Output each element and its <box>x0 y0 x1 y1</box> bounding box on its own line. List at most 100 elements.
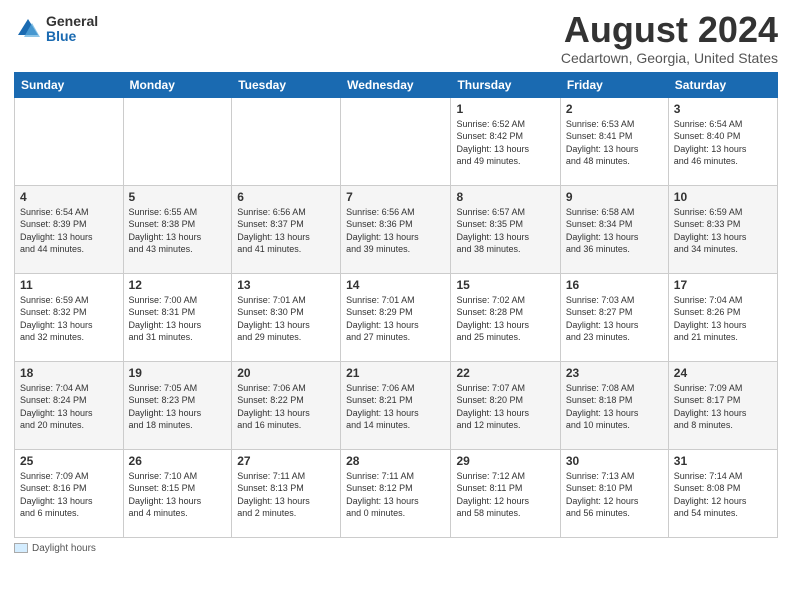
day-number: 19 <box>129 366 227 380</box>
day-number: 31 <box>674 454 772 468</box>
legend-box <box>14 543 28 553</box>
logo-general-text: General <box>46 14 98 29</box>
calendar-header-saturday: Saturday <box>668 72 777 97</box>
calendar-cell: 16 Sunrise: 7:03 AM Sunset: 8:27 PM Dayli… <box>560 273 668 361</box>
day-number: 2 <box>566 102 663 116</box>
day-number: 16 <box>566 278 663 292</box>
day-number: 8 <box>456 190 554 204</box>
day-number: 7 <box>346 190 445 204</box>
day-info: Sunrise: 7:09 AM Sunset: 8:17 PM Dayligh… <box>674 382 772 432</box>
day-info: Sunrise: 6:58 AM Sunset: 8:34 PM Dayligh… <box>566 206 663 256</box>
calendar-cell: 25 Sunrise: 7:09 AM Sunset: 8:16 PM Dayli… <box>15 449 124 537</box>
day-number: 23 <box>566 366 663 380</box>
calendar-cell: 12Sunrise: 7:00 AM Sunset: 8:31 PM Dayli… <box>123 273 232 361</box>
calendar-cell: 10Sunrise: 6:59 AM Sunset: 8:33 PM Dayli… <box>668 185 777 273</box>
day-info: Sunrise: 7:11 AM Sunset: 8:13 PM Dayligh… <box>237 470 335 520</box>
day-info: Sunrise: 7:05 AM Sunset: 8:23 PM Dayligh… <box>129 382 227 432</box>
day-info: Sunrise: 6:54 AM Sunset: 8:40 PM Dayligh… <box>674 118 772 168</box>
day-info: Sunrise: 7:07 AM Sunset: 8:20 PM Dayligh… <box>456 382 554 432</box>
day-number: 30 <box>566 454 663 468</box>
day-info: Sunrise: 7:02 AM Sunset: 8:28 PM Dayligh… <box>456 294 554 344</box>
calendar-cell: 17 Sunrise: 7:04 AM Sunset: 8:26 PM Dayli… <box>668 273 777 361</box>
calendar-cell: 5 Sunrise: 6:55 AM Sunset: 8:38 PM Daylig… <box>123 185 232 273</box>
calendar-cell: 26 Sunrise: 7:10 AM Sunset: 8:15 PM Dayli… <box>123 449 232 537</box>
day-number: 24 <box>674 366 772 380</box>
day-number: 21 <box>346 366 445 380</box>
calendar-cell: 31Sunrise: 7:14 AM Sunset: 8:08 PM Dayli… <box>668 449 777 537</box>
day-number: 18 <box>20 366 118 380</box>
page-container: General Blue August 2024 Cedartown, Geor… <box>0 0 792 562</box>
footer: Daylight hours <box>14 543 778 554</box>
logo-icon <box>14 15 42 43</box>
day-info: Sunrise: 7:03 AM Sunset: 8:27 PM Dayligh… <box>566 294 663 344</box>
day-number: 5 <box>129 190 227 204</box>
calendar-week-5: 25 Sunrise: 7:09 AM Sunset: 8:16 PM Dayli… <box>15 449 778 537</box>
day-info: Sunrise: 7:10 AM Sunset: 8:15 PM Dayligh… <box>129 470 227 520</box>
day-number: 17 <box>674 278 772 292</box>
day-info: Sunrise: 6:59 AM Sunset: 8:32 PM Dayligh… <box>20 294 118 344</box>
day-info: Sunrise: 6:57 AM Sunset: 8:35 PM Dayligh… <box>456 206 554 256</box>
calendar-cell: 24 Sunrise: 7:09 AM Sunset: 8:17 PM Dayli… <box>668 361 777 449</box>
calendar-cell: 29 Sunrise: 7:12 AM Sunset: 8:11 PM Dayli… <box>451 449 560 537</box>
day-number: 29 <box>456 454 554 468</box>
calendar-week-1: 1 Sunrise: 6:52 AM Sunset: 8:42 PM Daylig… <box>15 97 778 185</box>
calendar-cell: 28 Sunrise: 7:11 AM Sunset: 8:12 PM Dayli… <box>341 449 451 537</box>
calendar-cell: 14 Sunrise: 7:01 AM Sunset: 8:29 PM Dayli… <box>341 273 451 361</box>
day-info: Sunrise: 6:52 AM Sunset: 8:42 PM Dayligh… <box>456 118 554 168</box>
logo-blue-text: Blue <box>46 29 98 44</box>
day-info: Sunrise: 7:01 AM Sunset: 8:30 PM Dayligh… <box>237 294 335 344</box>
day-number: 28 <box>346 454 445 468</box>
day-number: 22 <box>456 366 554 380</box>
day-info: Sunrise: 7:13 AM Sunset: 8:10 PM Dayligh… <box>566 470 663 520</box>
day-info: Sunrise: 7:06 AM Sunset: 8:21 PM Dayligh… <box>346 382 445 432</box>
day-info: Sunrise: 6:56 AM Sunset: 8:36 PM Dayligh… <box>346 206 445 256</box>
calendar-cell: 21 Sunrise: 7:06 AM Sunset: 8:21 PM Dayli… <box>341 361 451 449</box>
day-number: 4 <box>20 190 118 204</box>
calendar-cell <box>123 97 232 185</box>
legend-label: Daylight hours <box>32 543 96 554</box>
day-info: Sunrise: 6:54 AM Sunset: 8:39 PM Dayligh… <box>20 206 118 256</box>
day-info: Sunrise: 7:04 AM Sunset: 8:24 PM Dayligh… <box>20 382 118 432</box>
day-info: Sunrise: 6:53 AM Sunset: 8:41 PM Dayligh… <box>566 118 663 168</box>
calendar-cell: 9Sunrise: 6:58 AM Sunset: 8:34 PM Daylig… <box>560 185 668 273</box>
calendar-header-sunday: Sunday <box>15 72 124 97</box>
calendar-cell: 19 Sunrise: 7:05 AM Sunset: 8:23 PM Dayli… <box>123 361 232 449</box>
subtitle: Cedartown, Georgia, United States <box>561 50 778 66</box>
day-info: Sunrise: 7:09 AM Sunset: 8:16 PM Dayligh… <box>20 470 118 520</box>
calendar-week-3: 11 Sunrise: 6:59 AM Sunset: 8:32 PM Dayli… <box>15 273 778 361</box>
day-number: 13 <box>237 278 335 292</box>
day-number: 10 <box>674 190 772 204</box>
day-number: 26 <box>129 454 227 468</box>
calendar-cell: 7 Sunrise: 6:56 AM Sunset: 8:36 PM Daylig… <box>341 185 451 273</box>
calendar-cell: 2 Sunrise: 6:53 AM Sunset: 8:41 PM Daylig… <box>560 97 668 185</box>
day-info: Sunrise: 6:56 AM Sunset: 8:37 PM Dayligh… <box>237 206 335 256</box>
calendar-header-wednesday: Wednesday <box>341 72 451 97</box>
day-info: Sunrise: 7:11 AM Sunset: 8:12 PM Dayligh… <box>346 470 445 520</box>
day-info: Sunrise: 7:12 AM Sunset: 8:11 PM Dayligh… <box>456 470 554 520</box>
calendar-header-row: SundayMondayTuesdayWednesdayThursdayFrid… <box>15 72 778 97</box>
day-info: Sunrise: 6:55 AM Sunset: 8:38 PM Dayligh… <box>129 206 227 256</box>
logo: General Blue <box>14 14 98 45</box>
header: General Blue August 2024 Cedartown, Geor… <box>14 10 778 66</box>
calendar-cell: 23Sunrise: 7:08 AM Sunset: 8:18 PM Dayli… <box>560 361 668 449</box>
day-number: 27 <box>237 454 335 468</box>
calendar-header-thursday: Thursday <box>451 72 560 97</box>
calendar-cell: 6Sunrise: 6:56 AM Sunset: 8:37 PM Daylig… <box>232 185 341 273</box>
day-number: 1 <box>456 102 554 116</box>
calendar-cell: 20Sunrise: 7:06 AM Sunset: 8:22 PM Dayli… <box>232 361 341 449</box>
calendar-cell: 22 Sunrise: 7:07 AM Sunset: 8:20 PM Dayli… <box>451 361 560 449</box>
day-info: Sunrise: 7:01 AM Sunset: 8:29 PM Dayligh… <box>346 294 445 344</box>
day-number: 25 <box>20 454 118 468</box>
day-number: 11 <box>20 278 118 292</box>
calendar-cell: 27 Sunrise: 7:11 AM Sunset: 8:13 PM Dayli… <box>232 449 341 537</box>
calendar-header-tuesday: Tuesday <box>232 72 341 97</box>
day-number: 20 <box>237 366 335 380</box>
day-info: Sunrise: 7:04 AM Sunset: 8:26 PM Dayligh… <box>674 294 772 344</box>
calendar-cell <box>341 97 451 185</box>
calendar-header-friday: Friday <box>560 72 668 97</box>
calendar-week-2: 4 Sunrise: 6:54 AM Sunset: 8:39 PM Daylig… <box>15 185 778 273</box>
day-number: 14 <box>346 278 445 292</box>
calendar-cell: 3Sunrise: 6:54 AM Sunset: 8:40 PM Daylig… <box>668 97 777 185</box>
calendar-cell: 13 Sunrise: 7:01 AM Sunset: 8:30 PM Dayli… <box>232 273 341 361</box>
calendar-cell <box>15 97 124 185</box>
